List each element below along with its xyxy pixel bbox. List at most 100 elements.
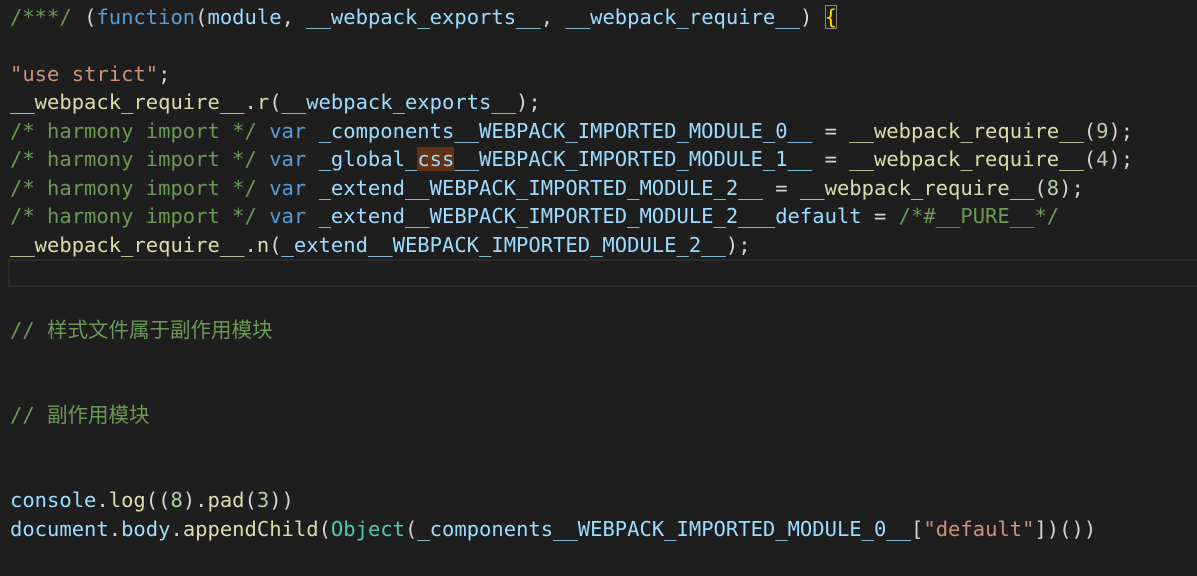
- code-token: appendChild: [182, 516, 319, 541]
- code-token: /***/: [10, 5, 85, 29]
- code-token: ): [799, 5, 825, 29]
- code-token: ,: [540, 5, 566, 29]
- code-token: Object: [330, 516, 405, 541]
- code-token: (: [195, 5, 208, 29]
- code-token: _extend__WEBPACK_IMPORTED_MODULE_2__: [281, 232, 726, 257]
- code-token: =: [812, 147, 850, 172]
- code-token: 3: [256, 488, 270, 513]
- code-token: (: [244, 488, 257, 513]
- code-token: // 样式文件属于副作用模块: [10, 317, 273, 342]
- code-token: (: [318, 516, 331, 541]
- current-code-line[interactable]: [8, 258, 1197, 288]
- code-token: (: [269, 232, 282, 257]
- code-token: 8: [1046, 175, 1060, 200]
- code-token: );: [1059, 175, 1084, 200]
- code-token: [: [911, 516, 924, 541]
- code-token: ,: [281, 5, 307, 29]
- code-token: __webpack_exports__: [281, 90, 517, 115]
- code-token: function: [96, 5, 196, 29]
- code-token: var: [269, 204, 319, 229]
- code-token: __webpack_require__: [10, 90, 245, 115]
- code-token: var: [269, 175, 319, 200]
- code-token: _extend__WEBPACK_IMPORTED_MODULE_2___def…: [318, 204, 862, 229]
- code-token: ;: [158, 61, 171, 86]
- code-token: (: [269, 90, 282, 115]
- code-line[interactable]: /* harmony import */ var _components__WE…: [0, 117, 1197, 145]
- code-line[interactable]: [0, 344, 1197, 372]
- code-token: )): [269, 488, 294, 513]
- code-token: /* harmony import */: [10, 118, 270, 143]
- code-token: );: [1108, 118, 1134, 143]
- code-token: );: [725, 232, 751, 257]
- code-token: 4: [1096, 147, 1109, 172]
- code-token: _global_: [318, 147, 418, 172]
- code-line[interactable]: /***/ (function(module, __webpack_export…: [0, 3, 1197, 31]
- code-line[interactable]: // 副作用模块: [0, 401, 1197, 429]
- code-token: var: [269, 147, 319, 172]
- code-editor[interactable]: /***/ (function(module, __webpack_export…: [0, 3, 1197, 543]
- code-token: /* harmony import */: [10, 175, 270, 200]
- code-token: .: [170, 516, 183, 541]
- code-token: pad: [207, 488, 245, 513]
- code-token: n: [256, 232, 270, 257]
- code-token: document: [10, 516, 109, 541]
- code-token: (: [1083, 118, 1097, 143]
- code-token: log: [108, 488, 146, 513]
- code-line[interactable]: "use strict";: [0, 60, 1197, 88]
- code-token: .: [244, 90, 257, 115]
- code-token: module: [207, 5, 282, 29]
- code-token: ).: [182, 488, 208, 513]
- code-token: r: [256, 90, 270, 115]
- code-token: _components__WEBPACK_IMPORTED_MODULE_0__: [417, 516, 912, 541]
- code-token: (: [84, 5, 97, 29]
- code-token: console: [10, 488, 97, 513]
- code-token: __webpack_require__: [849, 147, 1084, 172]
- code-token: "use strict": [10, 61, 159, 86]
- code-line[interactable]: console.log((8).pad(3)): [0, 486, 1197, 514]
- code-token: =: [762, 175, 800, 200]
- code-token: __WEBPACK_IMPORTED_MODULE_1__: [454, 147, 813, 172]
- code-token: /* harmony import */: [10, 204, 270, 229]
- code-line[interactable]: // 样式文件属于副作用模块: [0, 316, 1197, 344]
- code-token: /*#__PURE__*/: [898, 204, 1060, 229]
- code-line[interactable]: document.body.appendChild(Object(_compon…: [0, 515, 1197, 543]
- code-line[interactable]: [0, 373, 1197, 401]
- code-token: );: [1108, 147, 1134, 172]
- code-token: /* harmony import */: [10, 147, 270, 172]
- code-token: __webpack_require__: [849, 118, 1084, 143]
- code-token: __webpack_require__: [10, 232, 245, 257]
- matched-bracket: {: [824, 5, 837, 29]
- code-token: _components__WEBPACK_IMPORTED_MODULE_0__: [318, 118, 813, 143]
- code-token: (: [404, 516, 418, 541]
- code-token: body: [121, 516, 171, 541]
- code-token: _extend__WEBPACK_IMPORTED_MODULE_2__: [318, 175, 763, 200]
- code-token: __webpack_require__: [565, 5, 800, 29]
- code-line[interactable]: [0, 287, 1197, 315]
- code-token: __webpack_require__: [799, 175, 1035, 200]
- code-token: .: [244, 232, 257, 257]
- code-line[interactable]: [0, 31, 1197, 59]
- code-line[interactable]: /* harmony import */ var _extend__WEBPAC…: [0, 174, 1197, 202]
- code-line[interactable]: /* harmony import */ var _extend__WEBPAC…: [0, 202, 1197, 230]
- code-token: (: [1034, 175, 1047, 200]
- code-token: );: [516, 90, 541, 115]
- code-line[interactable]: /* harmony import */ var _global_css__WE…: [0, 145, 1197, 173]
- code-token: __webpack_exports__: [306, 5, 541, 29]
- code-line[interactable]: __webpack_require__.r(__webpack_exports_…: [0, 88, 1197, 116]
- code-token: 8: [170, 488, 183, 513]
- code-token: ])()): [1034, 516, 1097, 541]
- code-token: .: [108, 516, 122, 541]
- find-match-highlight: css: [417, 147, 455, 172]
- code-line[interactable]: [0, 430, 1197, 458]
- code-token: =: [812, 118, 850, 143]
- code-token: =: [861, 204, 899, 229]
- code-line[interactable]: [0, 458, 1197, 486]
- code-token: // 副作用模块: [10, 403, 150, 428]
- code-line[interactable]: __webpack_require__.n(_extend__WEBPACK_I…: [0, 231, 1197, 259]
- code-token: ((: [145, 488, 171, 513]
- code-token: "default": [923, 516, 1035, 541]
- code-token: 9: [1096, 118, 1109, 143]
- code-token: (: [1083, 147, 1097, 172]
- code-token: var: [269, 118, 319, 143]
- code-token: .: [96, 488, 109, 513]
